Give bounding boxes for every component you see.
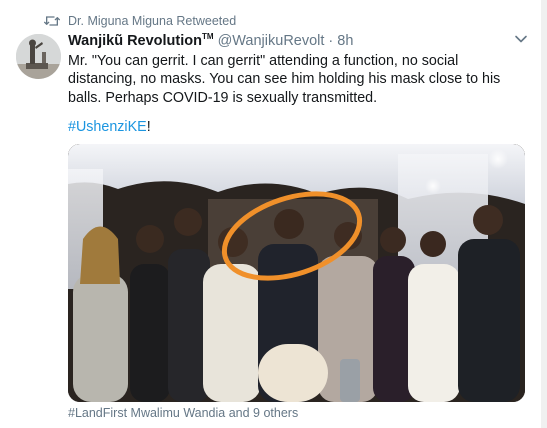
tweet[interactable]: Wanjikũ RevolutionTM @WanjikuRevolt · 8h… [68,32,528,136]
retweeted-by-label[interactable]: Dr. Miguna Miguna Retweeted [68,14,236,28]
author-handle[interactable]: @WanjikuRevolt [218,33,325,49]
scrollbar[interactable] [541,0,547,428]
header-separator: · [328,32,334,49]
tweet-header: Wanjikũ RevolutionTM @WanjikuRevolt · 8h [68,32,528,50]
tweet-text: Mr. "You can gerrit. I can gerrit" atten… [68,53,501,106]
chevron-down-icon[interactable] [514,32,528,46]
author-avatar[interactable] [16,34,61,79]
author-name[interactable]: Wanjikũ RevolutionTM [68,32,214,49]
tweet-timestamp[interactable]: 8h [337,33,353,49]
tweet-hashtag-line: #UshenziKE! [68,118,528,136]
tweet-photo[interactable] [68,144,525,402]
author-name-suffix: TM [202,32,214,41]
hashtag-suffix: ! [146,118,151,135]
retweet-context: Dr. Miguna Miguna Retweeted [44,13,236,29]
hashtag-link[interactable]: #UshenziKE [68,119,147,135]
retweet-icon [44,16,60,26]
photo-tags[interactable]: #LandFirst Mwalimu Wandia and 9 others [68,406,298,420]
